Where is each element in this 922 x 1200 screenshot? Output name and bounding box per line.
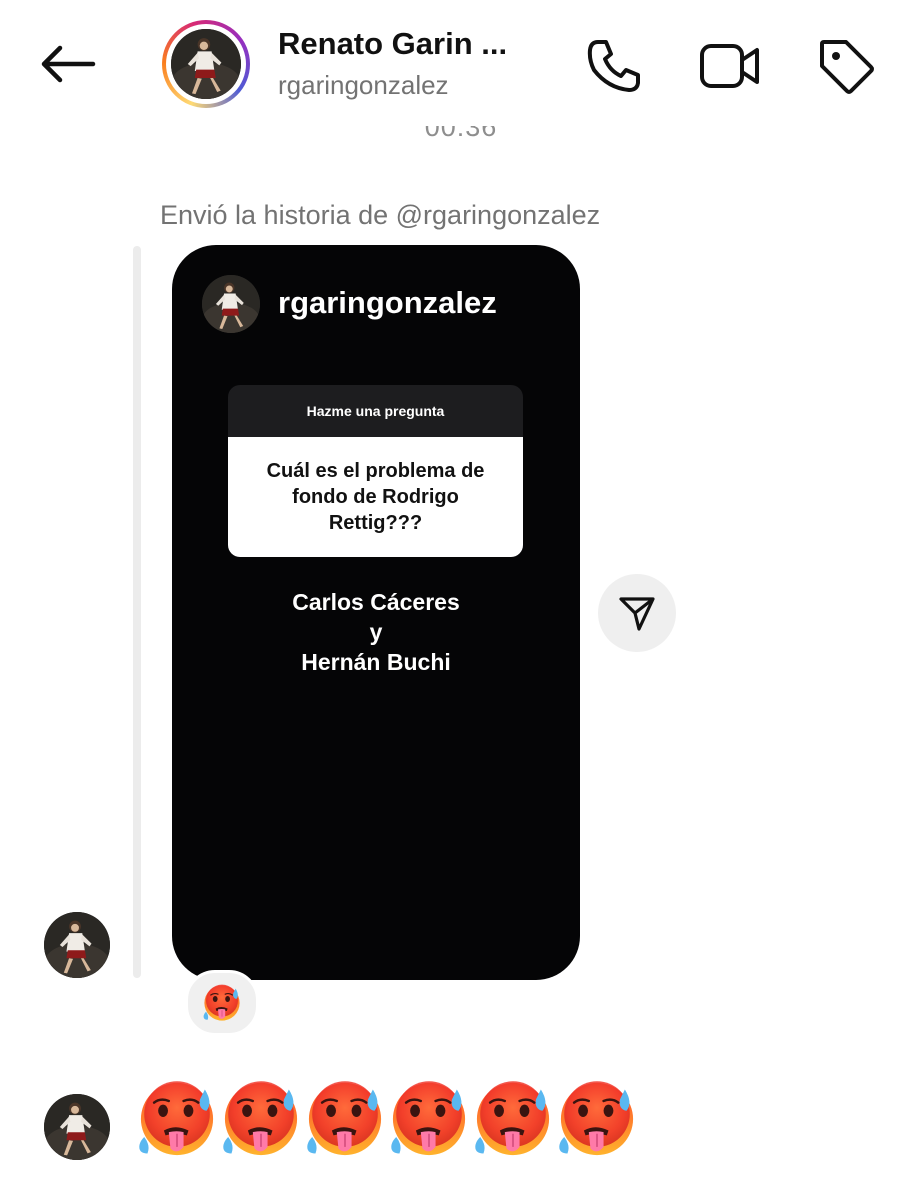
answer-line: Hernán Buchi xyxy=(301,649,451,675)
video-camera-icon xyxy=(700,44,759,88)
hot-face-emoji xyxy=(556,1078,638,1160)
message-reaction[interactable] xyxy=(185,970,259,1036)
story-username: rgaringonzalez xyxy=(278,285,497,320)
story-share-label: Envió la historia de @rgaringonzalez xyxy=(160,200,601,230)
question-sticker-text: Cuál es el problema de fondo de Rodrigo … xyxy=(228,437,523,557)
contact-username[interactable]: rgaringonzalez xyxy=(278,70,449,101)
hot-face-emoji xyxy=(202,983,242,1023)
chat-screen: Renato Garin ... rgaringonzalez 00:36 En… xyxy=(0,0,922,1200)
arrow-left-icon xyxy=(41,45,96,83)
sender-avatar[interactable] xyxy=(44,1094,110,1160)
question-sticker-title: Hazme una pregunta xyxy=(228,385,523,437)
chat-header: Renato Garin ... rgaringonzalez xyxy=(0,0,922,125)
answer-line: y xyxy=(369,619,383,645)
header-avatar-story-ring[interactable] xyxy=(162,20,250,108)
forward-button[interactable] xyxy=(598,574,676,652)
hot-face-emoji xyxy=(136,1078,218,1160)
audio-call-button[interactable] xyxy=(582,34,646,98)
back-button[interactable] xyxy=(36,38,98,90)
hot-face-emoji xyxy=(304,1078,386,1160)
answer-line: Carlos Cáceres xyxy=(292,589,460,615)
reply-indicator-bar xyxy=(133,246,141,978)
avatar xyxy=(171,29,241,99)
hot-face-emoji xyxy=(472,1078,554,1160)
video-call-button[interactable] xyxy=(698,34,762,98)
sender-avatar[interactable] xyxy=(44,912,110,978)
phone-icon xyxy=(587,40,640,92)
tag-icon xyxy=(820,40,874,94)
shared-story-card[interactable]: rgaringonzalez Hazme una pregunta Cuál e… xyxy=(172,245,580,980)
story-answer-text: Carlos Cáceres y Hernán Buchi xyxy=(172,587,580,677)
emoji-message[interactable] xyxy=(136,1078,638,1162)
hot-face-emoji xyxy=(220,1078,302,1160)
question-sticker: Hazme una pregunta Cuál es el problema d… xyxy=(228,385,523,557)
story-avatar xyxy=(202,275,260,333)
send-icon xyxy=(619,597,655,631)
tag-button[interactable] xyxy=(814,34,878,98)
hot-face-emoji xyxy=(388,1078,470,1160)
contact-name[interactable]: Renato Garin ... xyxy=(278,26,507,62)
